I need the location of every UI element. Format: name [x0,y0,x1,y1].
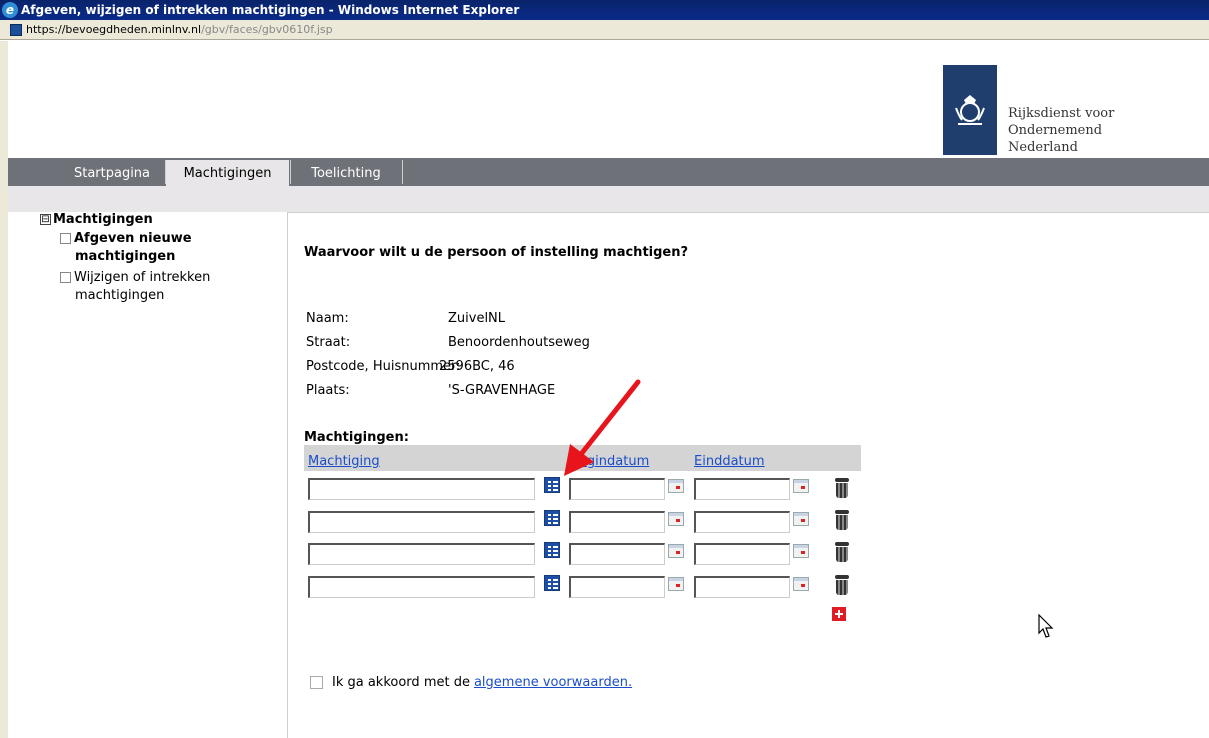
list-select-icon[interactable] [544,575,560,591]
info-value-naam: ZuivelNL [448,311,506,326]
terms-agreement: Ik ga akkoord met de algemene voorwaarde… [310,675,632,690]
begindatum-input[interactable] [569,478,665,500]
trash-icon[interactable] [835,478,849,498]
calendar-icon[interactable] [668,577,684,591]
site-favicon-icon [10,23,22,36]
calendar-icon[interactable] [793,577,809,591]
annotation-arrow-icon [564,379,641,476]
window-title-bar: e Afgeven, wijzigen of intrekken machtig… [0,0,1209,20]
info-label-plaats: Plaats: [306,383,350,398]
tab-startpagina[interactable]: Startpagina [60,160,164,186]
info-label-naam: Naam: [306,311,349,326]
trash-icon[interactable] [835,510,849,530]
machtiging-input[interactable] [308,478,535,500]
column-einddatum-sort-link[interactable]: Einddatum [694,454,765,469]
window-title: Afgeven, wijzigen of intrekken machtigin… [21,3,520,17]
tab-label: Machtigingen [183,165,272,181]
machtiging-input[interactable] [308,576,535,598]
einddatum-input[interactable] [694,478,790,500]
begindatum-input[interactable] [569,543,665,565]
machtiging-input[interactable] [308,511,535,533]
tab-label: Startpagina [73,165,151,181]
bullet-box-icon [60,272,71,283]
tab-label: Toelichting [311,165,381,181]
mouse-cursor-icon [1038,614,1054,638]
info-value-plaats: 'S-GRAVENHAGE [448,383,556,398]
calendar-icon[interactable] [793,479,809,493]
menu-item-label: Wijzigen of intrekken [74,270,211,285]
list-select-icon[interactable] [544,477,560,493]
add-row-icon[interactable] [832,607,846,621]
main-navigation: Startpagina Machtigingen Toelichting [0,158,1209,186]
einddatum-input[interactable] [694,543,790,565]
url-host: https://bevoegdheden.minlnv.nl [26,23,202,36]
internet-explorer-icon: e [2,2,18,18]
calendar-icon[interactable] [668,544,684,558]
main-content [287,212,1209,738]
menu-root-machtigingen[interactable]: ⊟ Machtigingen [40,212,153,227]
machtigingen-title: Machtigingen: [304,430,409,445]
menu-item-label-line2: machtigingen [75,249,176,264]
terms-text: Ik ga akkoord met de [332,675,470,690]
calendar-icon[interactable] [668,512,684,526]
einddatum-input[interactable] [694,511,790,533]
calendar-icon[interactable] [793,544,809,558]
calendar-icon[interactable] [668,479,684,493]
org-name-line1: Rijksdienst voor Ondernemend [1008,106,1115,138]
machtiging-input[interactable] [308,543,535,565]
list-select-icon[interactable] [544,542,560,558]
collapse-icon[interactable]: ⊟ [40,214,51,225]
address-bar[interactable]: https://bevoegdheden.minlnv.nl/gbv/faces… [0,20,1209,40]
calendar-icon[interactable] [793,512,809,526]
url-path: /gbv/faces/gbv0610f.jsp [201,23,333,36]
begindatum-input[interactable] [569,511,665,533]
terms-checkbox[interactable] [310,676,323,689]
terms-link[interactable]: algemene voorwaarden. [474,675,632,690]
trash-icon[interactable] [835,575,849,595]
organization-name: Rijksdienst voor Ondernemend Nederland [1008,105,1209,156]
page-question: Waarvoor wilt u de persoon of instelling… [304,245,689,260]
bullet-box-icon [60,233,71,244]
menu-root-label: Machtigingen [53,212,153,227]
tab-machtigingen[interactable]: Machtigingen [166,160,289,186]
menu-item-label: Afgeven nieuwe [74,231,192,246]
coat-of-arms-icon [955,95,985,125]
menu-item-afgeven[interactable]: Afgeven nieuwe machtigingen [60,230,260,266]
info-label-postcode: Postcode, Huisnummer: [306,359,461,374]
government-logo [943,65,997,155]
einddatum-input[interactable] [694,576,790,598]
tab-toelichting[interactable]: Toelichting [291,160,401,186]
org-name-line2: Nederland [1008,140,1078,155]
info-value-postcode: 2596BC, 46 [439,359,515,374]
tab-divider [402,160,403,184]
info-value-straat: Benoordenhoutseweg [448,335,590,350]
trash-icon[interactable] [835,542,849,562]
list-select-icon[interactable] [544,510,560,526]
column-machtiging-sort-link[interactable]: Machtiging [308,454,380,469]
info-label-straat: Straat: [306,335,351,350]
menu-item-wijzigen[interactable]: Wijzigen of intrekken machtigingen [60,269,260,305]
begindatum-input[interactable] [569,576,665,598]
page-header: Rijksdienst voor Ondernemend Nederland [0,41,1209,158]
menu-item-label-line2: machtigingen [75,288,165,303]
sub-header-bar [8,186,1209,212]
